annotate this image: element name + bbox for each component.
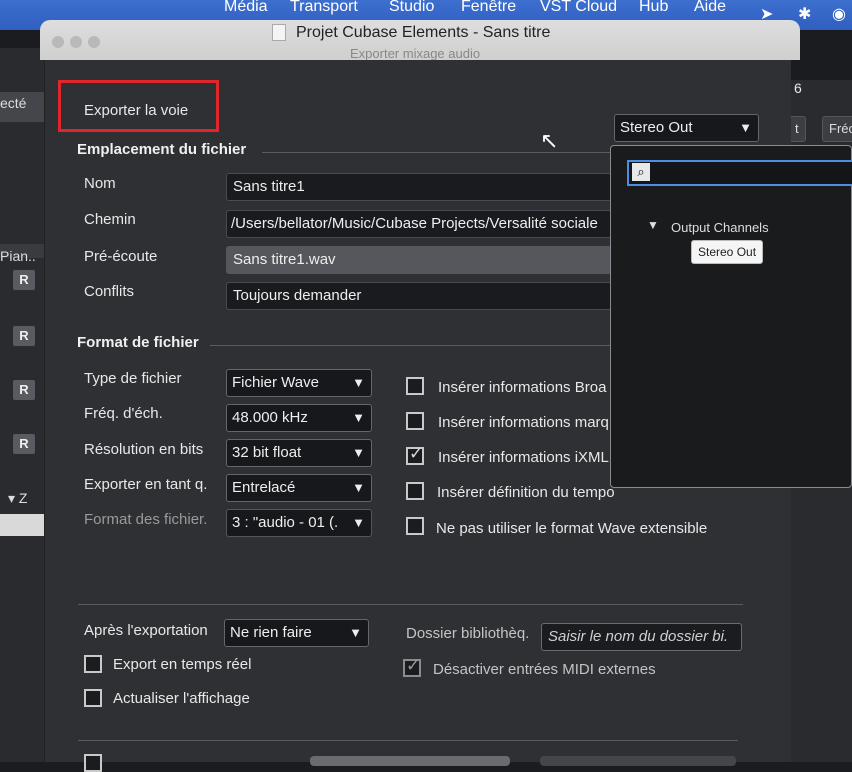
menu-transport[interactable]: Transport — [290, 0, 358, 16]
popup-search-input[interactable]: ⌕ — [627, 160, 852, 186]
bg-button-freq[interactable]: Fréc — [822, 116, 852, 142]
divider — [210, 345, 610, 346]
light-strip — [0, 514, 46, 536]
conflicts-select[interactable]: Toujours demander — [226, 282, 612, 310]
close-window-button[interactable] — [52, 36, 64, 48]
ixml-checkbox[interactable]: ✓ — [406, 444, 424, 465]
broadcast-checkbox[interactable] — [406, 377, 424, 395]
divider — [262, 152, 612, 153]
file-format-label: Format des fichier. — [84, 511, 208, 528]
name-label: Nom — [84, 175, 116, 192]
menu-fenetre[interactable]: Fenêtre — [461, 0, 516, 16]
output-channel-select[interactable]: Stereo Out ▼ — [614, 114, 759, 142]
checkmark-icon: ✓ — [409, 444, 424, 463]
bit-depth-select[interactable]: 32 bit float ▼ — [226, 439, 372, 467]
divider — [78, 740, 738, 741]
tempo-label: Insérer définition du tempo — [437, 484, 615, 501]
disable-midi-checkbox[interactable]: ✓ — [403, 656, 421, 677]
popup-item-stereo-out[interactable]: Stereo Out — [691, 240, 764, 264]
track-name[interactable]: Pian.. — [0, 248, 36, 264]
menu-aide[interactable]: Aide — [694, 0, 726, 16]
dialog-titlebar: Projet Cubase Elements - Sans titre Expo… — [40, 20, 800, 61]
menu-media[interactable]: Média — [224, 0, 268, 16]
read-button[interactable]: R — [13, 434, 35, 454]
wave-extensible-checkbox[interactable] — [406, 517, 424, 535]
window-title: Projet Cubase Elements - Sans titre — [296, 24, 551, 41]
name-input[interactable]: Sans titre1 — [226, 173, 612, 201]
read-button[interactable]: R — [13, 380, 35, 400]
selected-label: ecté — [0, 95, 27, 111]
preview-label: Pré-écoute — [84, 248, 158, 265]
library-folder-label: Dossier bibliothèq. — [406, 625, 530, 642]
library-folder-input[interactable]: Saisir le nom du dossier bi. — [541, 623, 742, 651]
chevron-down-icon: ▼ — [352, 445, 365, 460]
file-format-value: 3 : "audio - 01 (. — [232, 514, 339, 531]
file-type-value: Fichier Wave — [232, 374, 319, 391]
realtime-export-checkbox[interactable] — [84, 655, 102, 673]
bluetooth-icon[interactable]: ✱ — [798, 4, 811, 24]
bit-depth-label: Résolution en bits — [84, 441, 204, 458]
path-input[interactable]: /Users/bellator/Music/Cubase Projects/Ve… — [226, 210, 612, 238]
mouse-cursor-icon: ↖ — [540, 128, 559, 153]
refresh-display-checkbox[interactable] — [84, 689, 102, 707]
window-subtitle: Exporter mixage audio — [350, 46, 481, 61]
export-voice-label: Exporter la voie — [84, 102, 189, 119]
zoom-control[interactable]: ▾ Z — [8, 490, 27, 507]
bottom-button[interactable] — [310, 756, 510, 766]
read-button[interactable]: R — [13, 326, 35, 346]
expand-triangle-icon[interactable]: ▼ — [647, 218, 659, 232]
zoom-window-button[interactable] — [88, 36, 100, 48]
chevron-down-icon: ▼ — [739, 120, 752, 135]
menu-studio[interactable]: Studio — [389, 0, 434, 16]
minimize-window-button[interactable] — [70, 36, 82, 48]
read-button[interactable]: R — [13, 270, 35, 290]
output-channel-popup: ⌕ ▼ Output Channels Stereo Out — [610, 145, 852, 488]
chevron-down-icon: ▼ — [352, 515, 365, 530]
path-label: Chemin — [84, 211, 136, 228]
menu-vst-cloud[interactable]: VST Cloud — [540, 0, 617, 16]
section-file-location: Emplacement du fichier — [77, 141, 247, 158]
refresh-display-label: Actualiser l'affichage — [113, 690, 250, 707]
bottom-button[interactable] — [540, 756, 736, 766]
search-icon: ⌕ — [632, 163, 650, 181]
window-number: 6 — [794, 80, 802, 96]
after-export-label: Après l'exportation — [84, 622, 208, 639]
bottom-checkbox[interactable] — [84, 754, 102, 772]
export-as-value: Entrelacé — [232, 479, 296, 496]
realtime-export-label: Export en temps réel — [113, 656, 252, 673]
export-as-select[interactable]: Entrelacé ▼ — [226, 474, 372, 502]
chevron-down-icon: ▼ — [352, 410, 365, 425]
markers-label: Insérer informations marq — [438, 414, 609, 431]
after-export-value: Ne rien faire — [230, 624, 312, 641]
document-icon — [272, 24, 286, 41]
chevron-down-icon: ▼ — [349, 625, 362, 640]
sample-rate-value: 48.000 kHz — [232, 409, 308, 426]
bit-depth-value: 32 bit float — [232, 444, 302, 461]
markers-checkbox[interactable] — [406, 412, 424, 430]
checkmark-icon: ✓ — [406, 656, 421, 675]
user-icon[interactable]: ◉ — [832, 4, 846, 24]
ixml-label: Insérer informations iXML — [438, 449, 609, 466]
after-export-select[interactable]: Ne rien faire ▼ — [224, 619, 369, 647]
file-format-select[interactable]: 3 : "audio - 01 (. ▼ — [226, 509, 372, 537]
disable-midi-label: Désactiver entrées MIDI externes — [433, 661, 656, 678]
file-type-select[interactable]: Fichier Wave ▼ — [226, 369, 372, 397]
sample-rate-label: Fréq. d'éch. — [84, 405, 163, 422]
preview-value: Sans titre1.wav — [226, 246, 612, 274]
menu-hub[interactable]: Hub — [639, 0, 668, 16]
broadcast-label: Insérer informations Broa — [438, 379, 607, 396]
chevron-down-icon: ▼ — [352, 375, 365, 390]
sample-rate-select[interactable]: 48.000 kHz ▼ — [226, 404, 372, 432]
divider — [78, 604, 743, 605]
file-type-label: Type de fichier — [84, 370, 182, 387]
project-window-left: ecté Pian.. R R R R ▾ Z — [0, 48, 46, 762]
export-as-label: Exporter en tant q. — [84, 476, 208, 493]
chevron-down-icon: ▼ — [352, 480, 365, 495]
tempo-checkbox[interactable] — [406, 482, 424, 500]
wave-extensible-label: Ne pas utiliser le format Wave extensibl… — [436, 520, 708, 537]
section-file-format: Format de fichier — [77, 334, 199, 351]
conflicts-label: Conflits — [84, 283, 135, 300]
popup-group-label: Output Channels — [671, 220, 769, 235]
output-channel-value: Stereo Out — [620, 119, 693, 136]
